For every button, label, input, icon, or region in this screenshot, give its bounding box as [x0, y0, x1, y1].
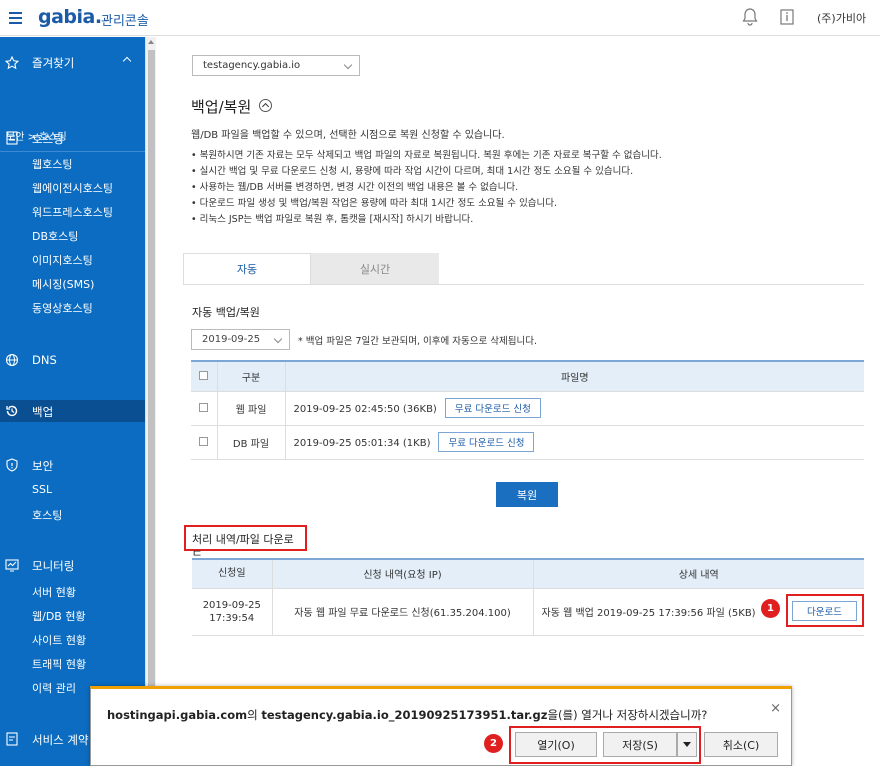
- open-button[interactable]: 열기(O): [515, 732, 597, 757]
- download-button[interactable]: 다운로드: [792, 601, 857, 621]
- sidebar-item-video-hosting[interactable]: 동영상호스팅: [0, 300, 145, 316]
- notice-list: 복원하시면 기존 자료는 모두 삭제되고 백업 파일의 자료로 복원됩니다. 복…: [191, 148, 662, 228]
- sidebar-item-ssl[interactable]: SSL: [0, 483, 145, 496]
- sidebar-hosting[interactable]: 호스팅: [0, 131, 145, 147]
- row-type: 웹 파일: [217, 391, 286, 426]
- row-type: DB 파일: [217, 425, 286, 460]
- scroll-up-icon[interactable]: [148, 40, 154, 44]
- auto-backup-title: 자동 백업/복원: [192, 306, 260, 319]
- table-header: 구분 파일명: [191, 360, 864, 392]
- top-bar: gabia. 관리콘솔 (주)가비아: [0, 0, 880, 36]
- save-options-button[interactable]: [677, 732, 697, 757]
- globe-icon: [5, 353, 19, 367]
- sidebar-item-web-hosting[interactable]: 웹호스팅: [0, 156, 145, 172]
- cancel-button[interactable]: 취소(C): [704, 732, 778, 757]
- info-icon[interactable]: [779, 9, 795, 25]
- sidebar-favorites[interactable]: 즐겨찾기: [0, 55, 145, 71]
- col-request-detail: 신청 내역(요청 IP): [272, 558, 534, 589]
- row-checkbox[interactable]: [199, 403, 209, 412]
- date-select[interactable]: 2019-09-25: [191, 329, 290, 350]
- request-summary: 자동 웹 파일 무료 다운로드 신청(61.35.204.100): [272, 588, 534, 636]
- notice-item: 리눅스 JSP는 백업 파일로 복원 후, 톰캣을 [재시작] 하시기 바랍니다…: [191, 212, 662, 228]
- page-description: 웹/DB 파일을 백업할 수 있으며, 선택한 시점으로 복원 신청할 수 있습…: [191, 130, 505, 141]
- monitor-chart-icon: [5, 559, 19, 572]
- sidebar-item-server-status[interactable]: 서버 현황: [0, 584, 145, 600]
- gabia-logo[interactable]: gabia.: [38, 6, 102, 28]
- sidebar-item-webdb-status[interactable]: 웹/DB 현황: [0, 608, 145, 624]
- tab-auto[interactable]: 자동: [183, 253, 311, 284]
- shield-icon: [6, 458, 18, 472]
- select-all-checkbox[interactable]: [199, 371, 209, 381]
- sidebar-divider: [0, 151, 145, 152]
- restore-button[interactable]: 복원: [496, 482, 558, 507]
- console-title: 관리콘솔: [101, 14, 149, 29]
- sidebar: 즐겨찾기 보안 > 호스팅 호스팅 웹호스팅 웹에이전시호스팅 워드프레스호스팅…: [0, 37, 145, 766]
- close-icon[interactable]: ×: [770, 701, 781, 716]
- page-title: 백업/복원: [191, 98, 252, 116]
- table-header: 신청일 신청 내역(요청 IP) 상세 내역: [192, 558, 864, 589]
- dialog-message: hostingapi.gabia.com의 testagency.gabia.i…: [107, 708, 708, 722]
- tab-realtime[interactable]: 실시간: [311, 253, 439, 284]
- sidebar-backup[interactable]: 백업: [0, 400, 145, 422]
- notice-item: 실시간 백업 및 무료 다운로드 신청 시, 용량에 따라 작업 시간이 다르며…: [191, 164, 662, 180]
- chevron-down-icon: [273, 334, 283, 344]
- row-checkbox[interactable]: [199, 437, 209, 446]
- sidebar-item-traffic-status[interactable]: 트래픽 현황: [0, 656, 145, 672]
- bell-icon[interactable]: [742, 8, 758, 26]
- row-file: 2019-09-25 02:45:50 (36KB): [293, 404, 437, 415]
- sidebar-item-wordpress-hosting[interactable]: 워드프레스호스팅: [0, 204, 145, 220]
- document-icon: [6, 732, 18, 746]
- save-button[interactable]: 저장(S): [603, 732, 677, 757]
- star-icon: [5, 56, 19, 70]
- download-dialog: hostingapi.gabia.com의 testagency.gabia.i…: [90, 686, 792, 766]
- backup-table: 구분 파일명 웹 파일 2019-09-25 02:45:50 (36KB) 무료…: [191, 360, 864, 460]
- history-icon: [6, 405, 18, 417]
- chevron-up-icon[interactable]: [122, 56, 132, 66]
- sidebar-item-image-hosting[interactable]: 이미지호스팅: [0, 252, 145, 268]
- sidebar-item-db-hosting[interactable]: DB호스팅: [0, 228, 145, 244]
- tab-divider: [183, 284, 864, 285]
- site-select[interactable]: testagency.gabia.io: [192, 55, 360, 76]
- request-time: 17:39:54: [209, 612, 255, 624]
- server-icon: [6, 131, 18, 145]
- sidebar-item-sms[interactable]: 메시징(SMS): [0, 276, 145, 292]
- sidebar-dns[interactable]: DNS: [0, 353, 145, 367]
- col-type: 구분: [217, 360, 286, 392]
- notice-item: 사용하는 웹/DB 서버를 변경하면, 변경 시간 이전의 백업 내용은 볼 수…: [191, 180, 662, 196]
- notice-item: 다운로드 파일 생성 및 백업/복원 작업은 용량에 따라 최대 1시간 정도 …: [191, 196, 662, 212]
- sidebar-item-agency-hosting[interactable]: 웹에이전시호스팅: [0, 180, 145, 196]
- col-filename: 파일명: [285, 360, 864, 392]
- notice-item: 복원하시면 기존 자료는 모두 삭제되고 백업 파일의 자료로 복원됩니다. 복…: [191, 148, 662, 164]
- step-marker-1: 1: [761, 599, 780, 618]
- row-file: 2019-09-25 05:01:34 (1KB): [293, 438, 431, 449]
- sidebar-item-security-hosting[interactable]: 호스팅: [0, 507, 145, 523]
- collapse-icon[interactable]: [259, 99, 272, 112]
- history-table: 신청일 신청 내역(요청 IP) 상세 내역 2019-09-25 17:39:5…: [192, 558, 864, 636]
- request-date: 2019-09-25: [202, 599, 261, 611]
- retention-note: * 백업 파일은 7일간 보관되며, 이후에 자동으로 삭제됩니다.: [298, 336, 537, 347]
- scrollbar-thumb[interactable]: [148, 50, 155, 710]
- menu-icon[interactable]: [0, 0, 30, 36]
- table-row: DB 파일 2019-09-25 05:01:34 (1KB) 무료 다운로드 신…: [191, 425, 864, 460]
- chevron-down-icon: [343, 60, 353, 70]
- free-download-request-button[interactable]: 무료 다운로드 신청: [444, 398, 541, 418]
- col-request-date: 신청일: [192, 558, 273, 589]
- col-detail: 상세 내역: [533, 558, 864, 589]
- table-row: 웹 파일 2019-09-25 02:45:50 (36KB) 무료 다운로드 신…: [191, 391, 864, 426]
- sidebar-monitoring[interactable]: 모니터링: [0, 558, 145, 574]
- free-download-request-button[interactable]: 무료 다운로드 신청: [438, 432, 535, 452]
- sidebar-security[interactable]: 보안: [0, 458, 145, 474]
- sidebar-item-site-status[interactable]: 사이트 현황: [0, 632, 145, 648]
- history-title: 처리 내역/파일 다운로드: [184, 525, 307, 562]
- main-content: testagency.gabia.io 백업/복원 웹/DB 파일을 백업할 수…: [157, 37, 880, 766]
- step-marker-2: 2: [484, 734, 503, 753]
- sidebar-scrollbar[interactable]: [145, 37, 156, 766]
- user-menu[interactable]: (주)가비아: [817, 10, 866, 26]
- caret-down-icon: [683, 742, 691, 747]
